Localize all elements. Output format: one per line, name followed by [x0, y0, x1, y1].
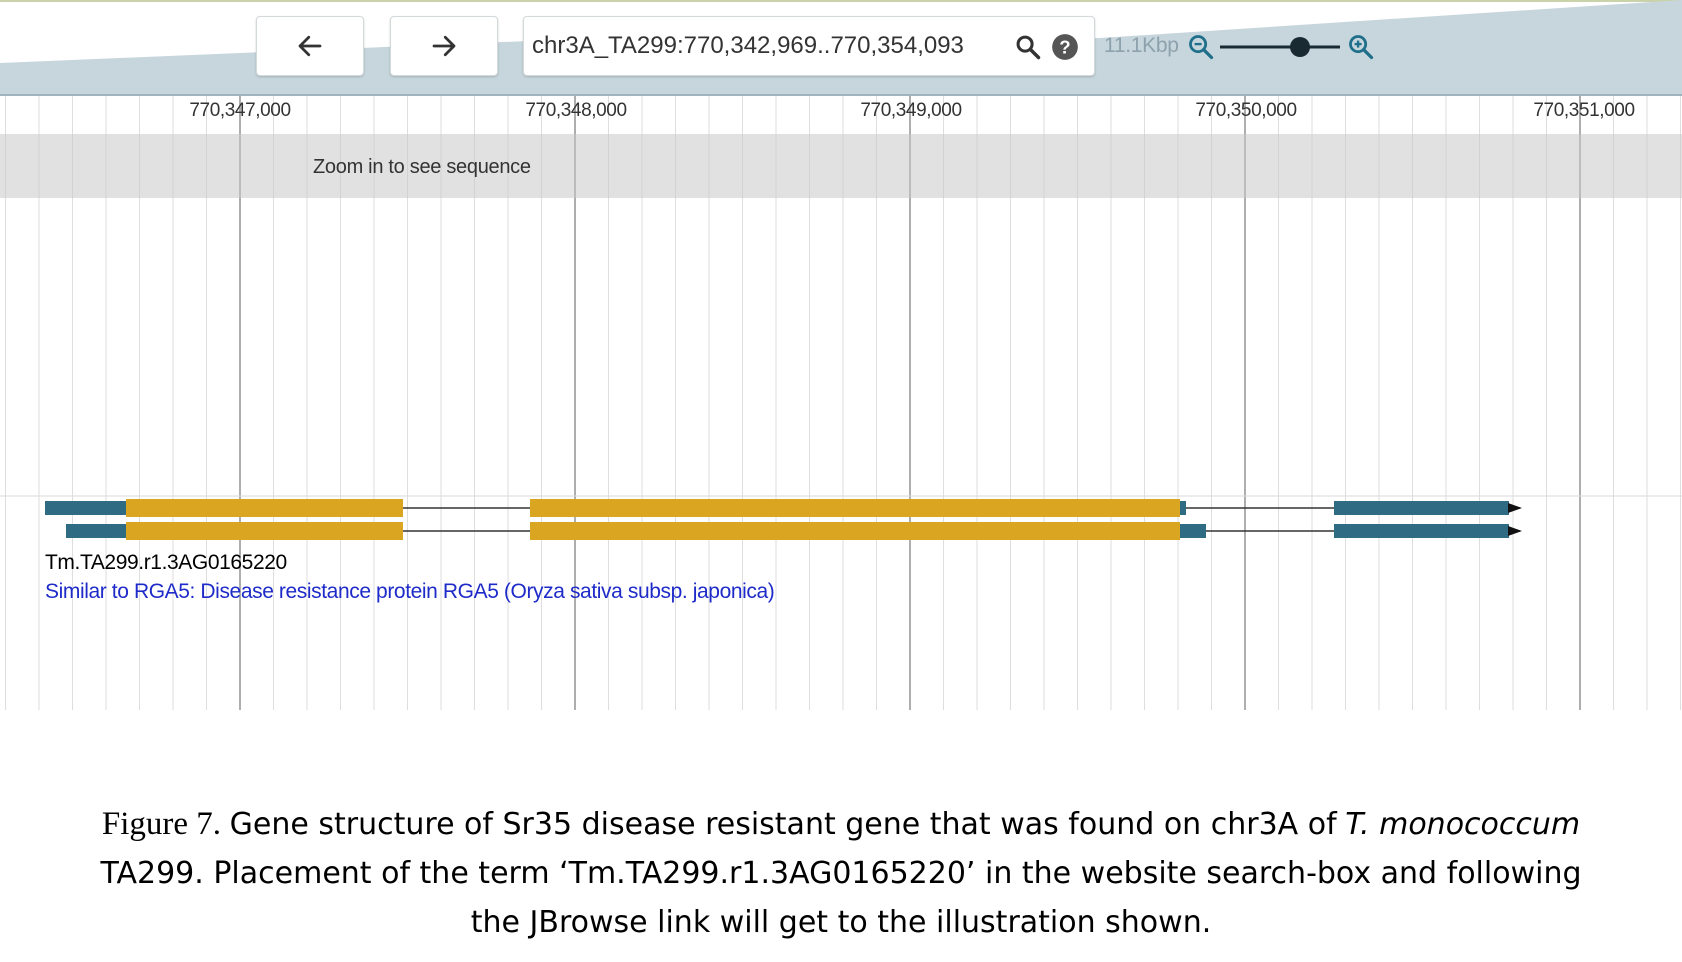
strand-arrow-icon	[1508, 503, 1522, 513]
transcript-2[interactable]	[66, 522, 1522, 540]
pan-right-button[interactable]	[390, 16, 498, 76]
sequence-message: Zoom in to see sequence	[313, 156, 531, 178]
search-icon[interactable]	[1014, 33, 1042, 61]
gene-feature-glyph[interactable]	[0, 490, 1682, 550]
cds-block	[126, 499, 403, 517]
ruler-label: 770,348,000	[525, 100, 627, 121]
feature-description-link[interactable]: Similar to RGA5: Disease resistance prot…	[45, 580, 775, 604]
ruler-label: 770,351,000	[1533, 100, 1635, 121]
utr-block	[1334, 524, 1509, 538]
arrow-left-icon	[298, 35, 322, 57]
ruler-label: 770,347,000	[189, 100, 291, 121]
figure-caption: Figure 7. Gene structure of Sr35 disease…	[100, 800, 1582, 947]
figure-label: Figure 7.	[101, 806, 222, 842]
location-box: ?	[523, 16, 1095, 76]
help-circle-icon[interactable]: ?	[1051, 33, 1079, 61]
location-input[interactable]	[532, 29, 1002, 63]
cds-block	[530, 499, 1180, 517]
arrow-right-icon	[432, 35, 456, 57]
caption-species: T. monococcum	[1345, 807, 1581, 842]
caption-text: Gene structure of Sr35 disease resistant…	[229, 807, 1337, 842]
transcript-1[interactable]	[45, 499, 1522, 517]
feature-name-label[interactable]: Tm.TA299.r1.3AG0165220	[45, 551, 287, 575]
utr-block	[45, 501, 127, 515]
cds-block	[530, 522, 1180, 540]
caption-text-rest: TA299. Placement of the term ‘Tm.TA299.r…	[100, 856, 1582, 940]
zoom-in-icon[interactable]	[1347, 33, 1375, 61]
jbrowse-screenshot: ? 11.1Kbp Zoom in to see sequence 770,34…	[0, 0, 1682, 962]
pan-left-button[interactable]	[256, 16, 364, 76]
zoom-slider-thumb[interactable]	[1290, 37, 1310, 57]
svg-text:?: ?	[1059, 36, 1070, 57]
zoom-level-readout: 11.1Kbp	[1104, 34, 1179, 57]
zoom-out-icon[interactable]	[1187, 33, 1215, 61]
ruler-label: 770,350,000	[1195, 100, 1297, 121]
strand-arrow-icon	[1508, 526, 1522, 536]
sequence-track	[0, 134, 1682, 198]
ruler-label: 770,349,000	[860, 100, 962, 121]
utr-block	[66, 524, 127, 538]
utr-block	[1180, 524, 1206, 538]
zoom-slider[interactable]	[1218, 34, 1342, 60]
utr-block	[1180, 501, 1186, 515]
utr-block	[1334, 501, 1509, 515]
cds-block	[126, 522, 403, 540]
